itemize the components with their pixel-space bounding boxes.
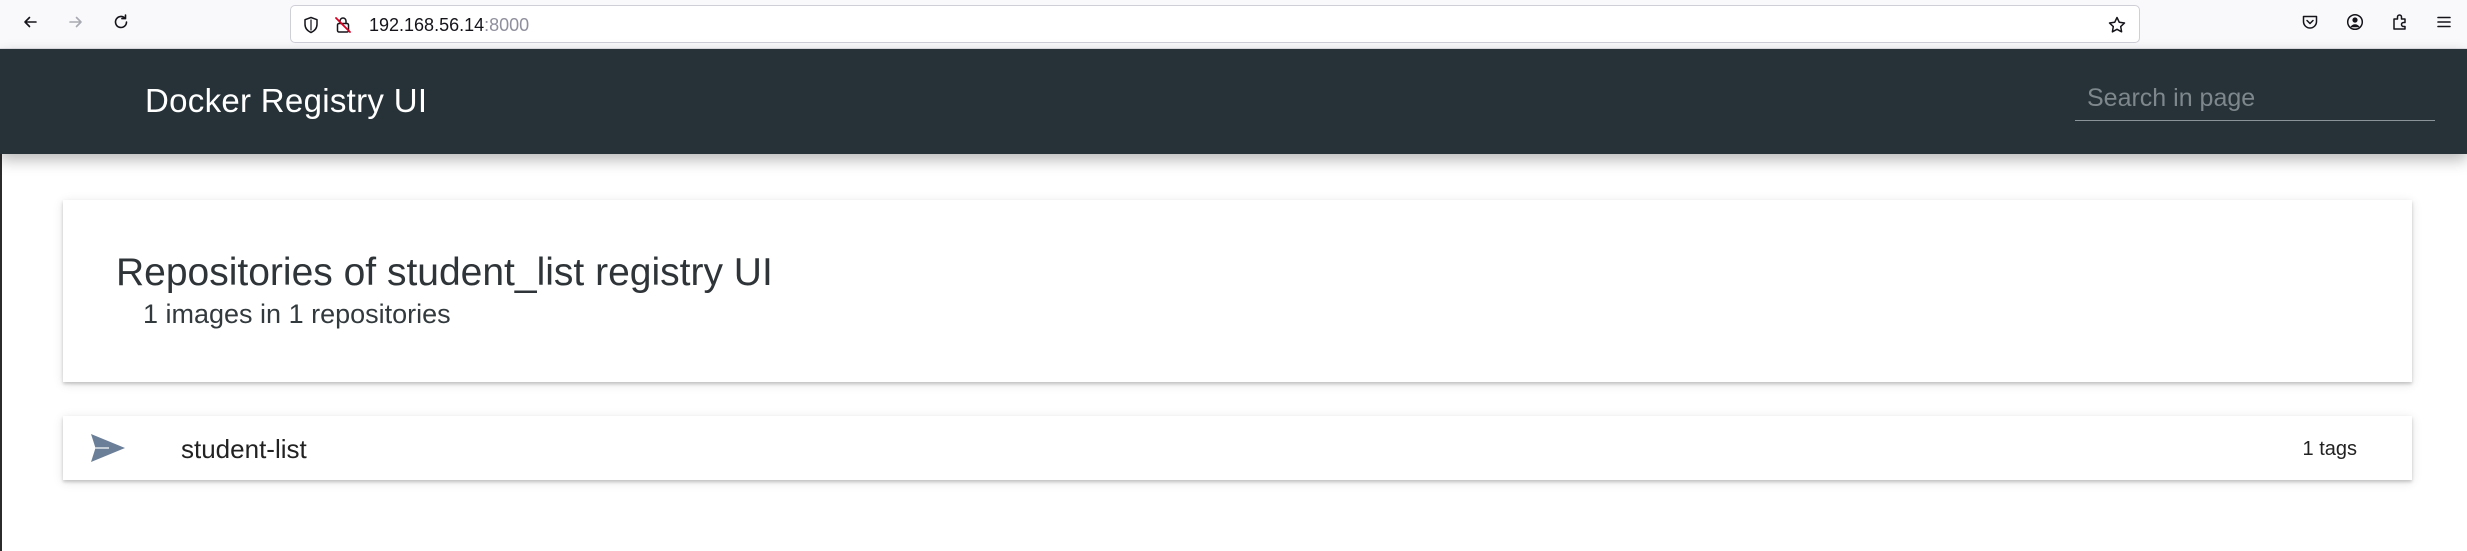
account-icon: [2345, 12, 2365, 37]
url-port: :8000: [484, 15, 530, 35]
tracking-shield-icon[interactable]: [301, 15, 321, 35]
star-icon[interactable]: [2107, 15, 2127, 35]
app-header: Docker Registry UI: [0, 49, 2467, 154]
repository-tag-count: 1 tags: [2302, 438, 2357, 460]
search-input[interactable]: [2075, 77, 2435, 119]
page-title: Repositories of student_list registry UI: [116, 251, 773, 294]
repositories-summary: 1 images in 1 repositories: [143, 299, 451, 329]
window-edge: [0, 154, 2, 551]
browser-toolbar: 192.168.56.14:8000: [0, 0, 2467, 49]
reload-button[interactable]: [105, 8, 137, 40]
forward-arrow-icon: [66, 12, 86, 37]
forward-button[interactable]: [60, 8, 92, 40]
repositories-card: Repositories of student_list registry UI…: [63, 200, 2412, 382]
extensions-button[interactable]: [2384, 8, 2416, 40]
menu-button[interactable]: [2428, 8, 2460, 40]
back-button[interactable]: [14, 8, 46, 40]
repository-name[interactable]: student-list: [181, 434, 307, 464]
repository-row[interactable]: student-list 1 tags: [63, 416, 2412, 480]
insecure-lock-icon[interactable]: [333, 15, 353, 35]
send-icon: [89, 432, 127, 464]
extensions-icon: [2390, 12, 2410, 37]
url-host: 192.168.56.14: [369, 15, 485, 35]
hamburger-menu-icon: [2434, 12, 2454, 37]
url-text[interactable]: 192.168.56.14:8000: [369, 15, 529, 35]
pocket-button[interactable]: [2294, 8, 2326, 40]
app-title[interactable]: Docker Registry UI: [145, 81, 427, 121]
search-field[interactable]: [2075, 77, 2435, 121]
pocket-icon: [2300, 12, 2320, 37]
address-bar[interactable]: 192.168.56.14:8000: [290, 5, 2140, 43]
back-arrow-icon: [20, 12, 40, 37]
account-button[interactable]: [2339, 8, 2371, 40]
reload-icon: [111, 12, 131, 37]
